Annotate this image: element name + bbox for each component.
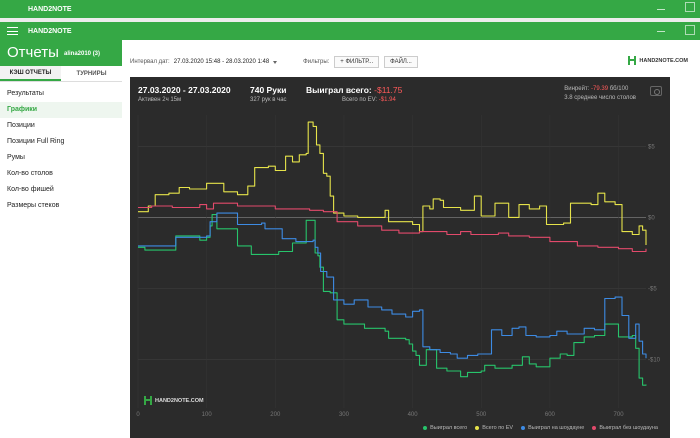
watermark-text: HAND2NOTE.COM (155, 397, 204, 404)
x-tick-label: 500 (476, 412, 487, 418)
tab-tournaments[interactable]: ТУРНИРЫ (61, 66, 122, 81)
report-menu: Результаты Графики Позиции Позиции Full … (0, 82, 122, 214)
sidebar-item-rooms[interactable]: Румы (0, 150, 122, 166)
window-title: HAND2NOTE (28, 5, 72, 13)
x-tick-label: 700 (614, 412, 625, 418)
logo-text: HAND2NOTE.COM (639, 57, 688, 64)
legend-color-swatch (521, 426, 526, 430)
sidebar-item-graphs[interactable]: Графики (0, 102, 122, 118)
legend-color-swatch (592, 426, 597, 430)
series-line (138, 121, 647, 245)
legend-label: Выиграл на шоудауне (528, 425, 585, 431)
x-tick-label: 600 (545, 412, 556, 418)
winnings-chart: $5 $0 -$5 -$10 0 100 200 300 400 500 600 700 (136, 115, 661, 418)
legend-label: Всего по EV (482, 425, 514, 431)
legend-label: Выиграл без шоудауна (599, 425, 658, 431)
y-tick-label: -$10 (648, 358, 661, 364)
x-tick-label: 200 (270, 412, 281, 418)
graph-panel: 27.03.2020 - 27.03.2020 Активен 2ч 15м 7… (130, 77, 670, 438)
maximize-icon[interactable] (685, 2, 695, 12)
date-interval-label: Интервал дат: (130, 59, 170, 65)
legend-color-swatch (423, 426, 428, 430)
file-button[interactable]: ФАЙЛ... (384, 56, 418, 68)
legend-item[interactable]: Выиграл без шоудауна (592, 425, 658, 431)
logo-mark-icon (144, 396, 152, 405)
sidebar-item-chip-count[interactable]: Кол-во фишей (0, 182, 122, 198)
app-title: HAND2NOTE (28, 27, 72, 35)
hand2note-logo: HAND2NOTE.COM (628, 56, 688, 65)
y-tick-label: $0 (648, 215, 655, 221)
sidebar-item-stack-sizes[interactable]: Размеры стеков (0, 198, 122, 214)
account-selector[interactable]: alina2010 (3) (64, 51, 100, 57)
chart-watermark-logo: HAND2NOTE.COM (144, 396, 204, 405)
maximize-icon[interactable] (685, 25, 695, 35)
add-filter-button[interactable]: + ФИЛЬТР... (334, 56, 380, 68)
sidebar-item-table-count[interactable]: Кол-во столов (0, 166, 122, 182)
minimize-icon[interactable] (657, 9, 665, 10)
menu-icon[interactable] (7, 27, 18, 35)
page-title: Отчеты (7, 44, 59, 61)
tab-cash-reports[interactable]: КЭШ ОТЧЕТЫ (0, 66, 61, 81)
date-interval-value[interactable]: 27.03.2020 15:48 - 28.03.2020 1:48 (174, 59, 269, 65)
sidebar-item-results[interactable]: Результаты (0, 86, 122, 102)
window-title-bar: HAND2NOTE (0, 0, 700, 18)
sidebar: КЭШ ОТЧЕТЫ ТУРНИРЫ Результаты Графики По… (0, 66, 122, 438)
filters-label: Фильтры: (303, 59, 330, 65)
y-tick-label: -$5 (648, 287, 657, 293)
chevron-down-icon[interactable] (273, 60, 278, 64)
x-tick-label: 400 (408, 412, 419, 418)
chart-legend: Выиграл всего Всего по EV Выиграл на шоу… (415, 425, 658, 431)
legend-label: Выиграл всего (430, 425, 468, 431)
sidebar-tabs: КЭШ ОТЧЕТЫ ТУРНИРЫ (0, 66, 122, 82)
series-line (138, 212, 647, 359)
legend-item[interactable]: Выиграл на шоудауне (521, 425, 584, 431)
minimize-icon[interactable] (657, 31, 665, 32)
logo-mark-icon (628, 56, 637, 65)
y-tick-label: $5 (648, 144, 655, 150)
legend-item[interactable]: Всего по EV (475, 425, 513, 431)
x-tick-label: 0 (136, 412, 140, 418)
series-line (138, 202, 647, 253)
legend-color-swatch (475, 426, 480, 430)
main-content: Интервал дат: 27.03.2020 15:48 - 28.03.2… (122, 40, 700, 438)
x-tick-label: 300 (339, 412, 350, 418)
app-title-bar: HAND2NOTE (0, 22, 700, 40)
filter-toolbar: Интервал дат: 27.03.2020 15:48 - 28.03.2… (122, 54, 700, 70)
x-tick-label: 100 (202, 412, 213, 418)
page-header: Отчеты alina2010 (3) (0, 40, 122, 66)
legend-item[interactable]: Выиграл всего (423, 425, 467, 431)
sidebar-item-positions-full-ring[interactable]: Позиции Full Ring (0, 134, 122, 150)
sidebar-item-positions[interactable]: Позиции (0, 118, 122, 134)
